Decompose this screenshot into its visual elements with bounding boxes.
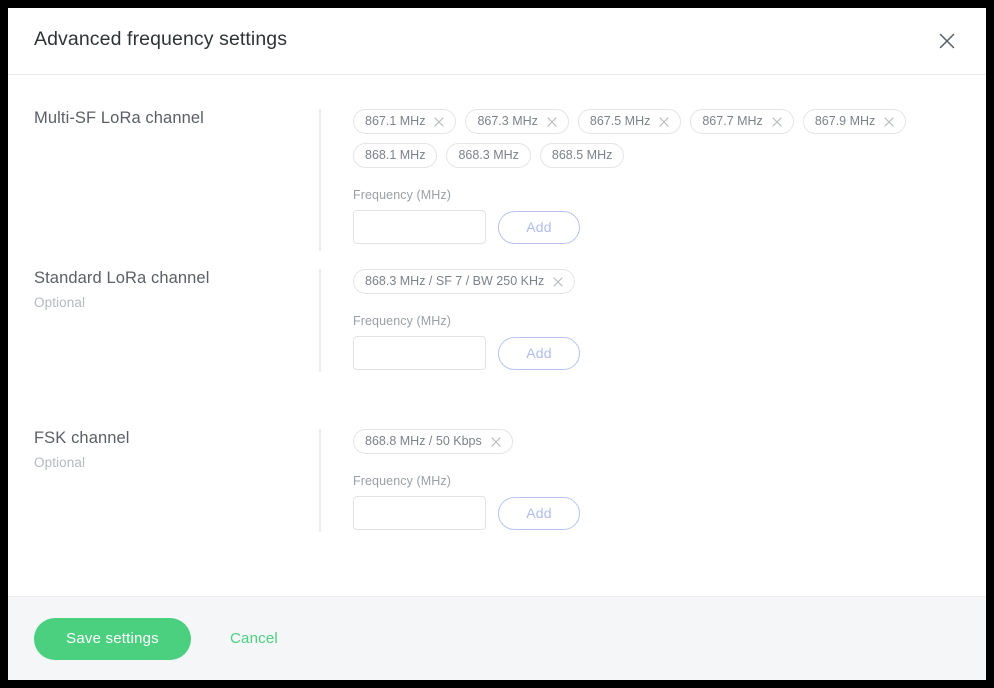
chip[interactable]: 868.8 MHz / 50 Kbps	[353, 429, 513, 454]
section-label-column: FSK channel Optional	[34, 429, 304, 470]
chip-remove-icon[interactable]	[547, 116, 557, 127]
chip[interactable]: 868.3 MHz / SF 7 / BW 250 KHz	[353, 269, 576, 294]
page-title: Advanced frequency settings	[34, 28, 288, 50]
dialog-header: Advanced frequency settings	[8, 8, 986, 75]
add-frequency-button[interactable]: Add	[498, 336, 580, 370]
chip-remove-icon[interactable]	[553, 276, 563, 287]
advanced-frequency-settings-dialog: Advanced frequency settings Multi-SF LoR…	[8, 8, 986, 680]
chip[interactable]: 867.7 MHz	[690, 109, 794, 134]
dialog-body: Multi-SF LoRa channel 867.1 MHz 867.3 MH…	[8, 75, 986, 596]
chip-remove-icon[interactable]	[659, 116, 669, 127]
section-divider	[319, 269, 321, 372]
chip-label: 868.8 MHz / 50 Kbps	[365, 434, 482, 449]
chip-label: 868.3 MHz / SF 7 / BW 250 KHz	[365, 274, 545, 289]
section-title: Multi-SF LoRa channel	[34, 109, 204, 127]
chip[interactable]: 868.1 MHz	[353, 143, 438, 168]
frequency-field-row: Add	[353, 496, 966, 530]
chip[interactable]: 867.9 MHz	[802, 109, 907, 134]
chip[interactable]: 867.1 MHz	[353, 109, 457, 134]
frequency-field-label: Frequency (MHz)	[353, 314, 452, 328]
add-frequency-button[interactable]: Add	[498, 210, 580, 244]
frequency-field-label: Frequency (MHz)	[353, 474, 452, 488]
section-title: FSK channel	[34, 429, 130, 447]
section-content: 868.3 MHz / SF 7 / BW 250 KHz Frequency …	[353, 269, 966, 370]
chip-remove-icon[interactable]	[434, 116, 445, 127]
section-label-column: Standard LoRa channel Optional	[34, 269, 304, 310]
close-button[interactable]	[932, 26, 962, 56]
section-content: 867.1 MHz 867.3 MHz 867.5 MHz 867.7 MHz …	[353, 109, 966, 244]
chip-label: 867.9 MHz	[814, 114, 876, 129]
cancel-button[interactable]: Cancel	[230, 630, 278, 647]
section-fsk-channel: FSK channel Optional 868.8 MHz / 50 Kbps	[8, 429, 986, 589]
frequency-field-label: Frequency (MHz)	[353, 188, 452, 202]
section-multi-sf-lora-channel: Multi-SF LoRa channel 867.1 MHz 867.3 MH…	[8, 109, 986, 289]
section-subtitle: Optional	[34, 455, 86, 470]
chip-list: 868.3 MHz / SF 7 / BW 250 KHz	[353, 269, 966, 294]
frequency-input[interactable]	[353, 336, 486, 370]
section-title: Standard LoRa channel	[34, 269, 210, 287]
section-content: 868.8 MHz / 50 Kbps Frequency (MHz) Add	[353, 429, 966, 530]
chip-remove-icon[interactable]	[772, 116, 782, 127]
screen-frame: Advanced frequency settings Multi-SF LoR…	[0, 0, 994, 688]
section-divider	[319, 109, 321, 251]
chip[interactable]: 867.5 MHz	[577, 109, 682, 134]
chip-label: 868.5 MHz	[551, 148, 613, 163]
section-divider	[319, 429, 321, 532]
chip-list: 868.8 MHz / 50 Kbps	[353, 429, 966, 454]
chip-remove-icon[interactable]	[884, 116, 894, 127]
save-settings-button[interactable]: Save settings	[34, 617, 191, 660]
chip-remove-icon[interactable]	[491, 436, 501, 447]
frequency-input[interactable]	[353, 496, 486, 530]
chip-label: 868.1 MHz	[365, 148, 426, 163]
frequency-field-row: Add	[353, 336, 966, 370]
chip[interactable]: 868.3 MHz	[446, 143, 531, 168]
section-label-column: Multi-SF LoRa channel	[34, 109, 304, 128]
close-icon	[937, 31, 957, 51]
add-frequency-button[interactable]: Add	[498, 496, 580, 530]
frequency-field-row: Add	[353, 210, 966, 244]
chip-list: 867.1 MHz 867.3 MHz 867.5 MHz 867.7 MHz …	[353, 109, 966, 168]
chip[interactable]: 867.3 MHz	[465, 109, 569, 134]
chip-label: 867.3 MHz	[477, 114, 538, 129]
chip-label: 868.3 MHz	[458, 148, 519, 163]
chip-label: 867.7 MHz	[702, 114, 763, 129]
section-standard-lora-channel: Standard LoRa channel Optional 868.3 MHz…	[8, 269, 986, 429]
section-subtitle: Optional	[34, 295, 86, 310]
chip-label: 867.1 MHz	[365, 114, 426, 129]
frequency-input[interactable]	[353, 210, 486, 244]
chip-label: 867.5 MHz	[589, 114, 651, 129]
chip[interactable]: 868.5 MHz	[539, 143, 625, 168]
dialog-footer: Save settings Cancel	[8, 596, 986, 680]
